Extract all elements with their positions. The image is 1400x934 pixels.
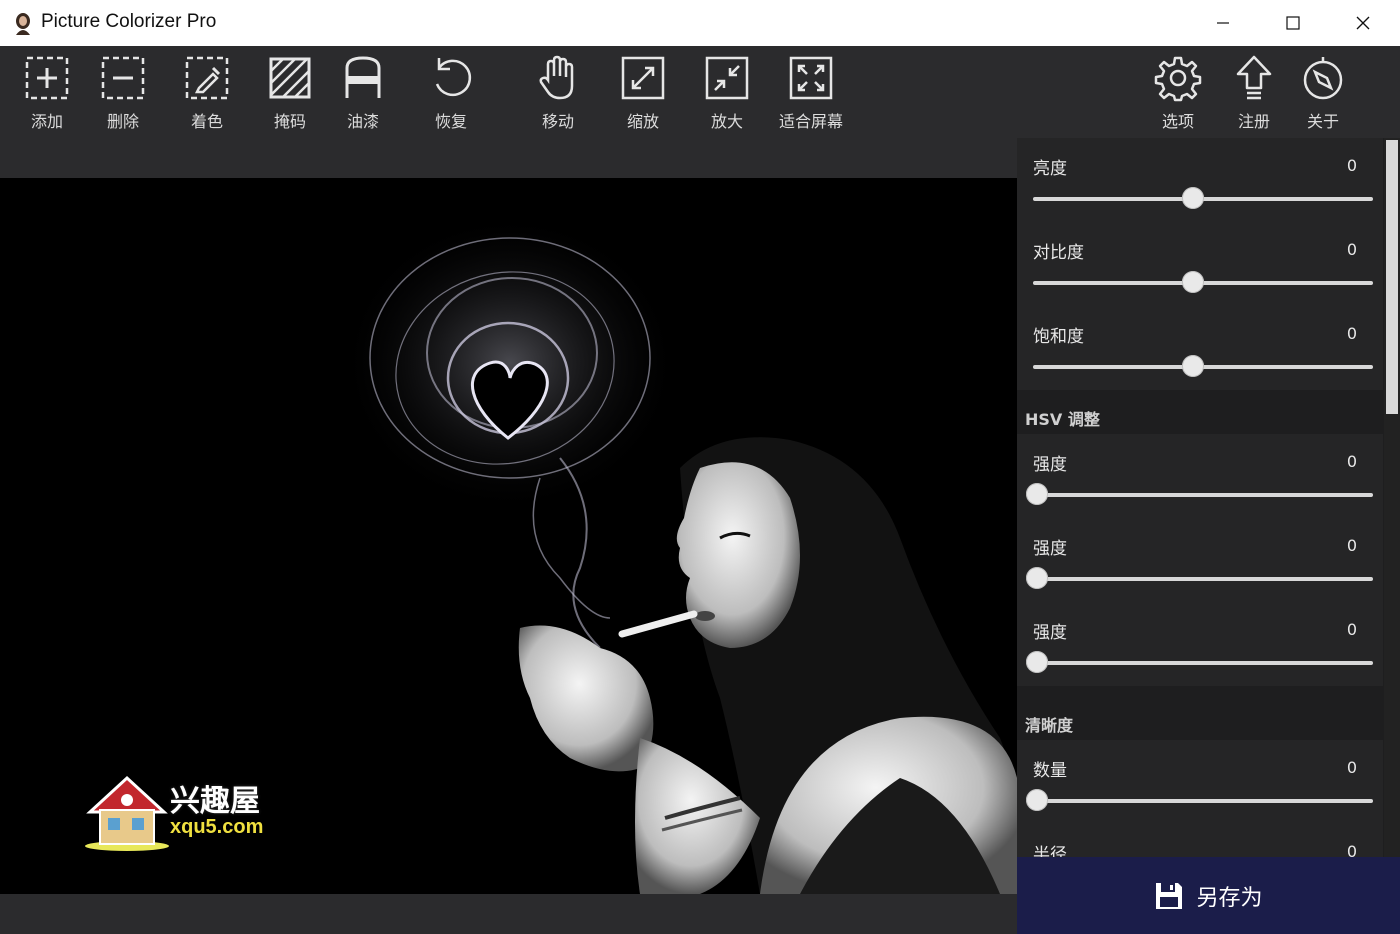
brightness-slider-thumb[interactable]: [1182, 187, 1204, 209]
hsv-strength-slider-3[interactable]: [1033, 661, 1373, 665]
image-canvas[interactable]: 兴趣屋 xqu5.com: [0, 178, 1017, 894]
hsv-strength-row-3: 强度 0: [1017, 602, 1383, 686]
add-button[interactable]: 添加: [4, 54, 90, 132]
options-button[interactable]: 选项: [1135, 54, 1221, 132]
zoom-out-button[interactable]: 缩放: [600, 54, 686, 132]
brightness-row: 亮度 0: [1017, 138, 1383, 222]
saturation-row: 饱和度 0: [1017, 306, 1383, 390]
brightness-label: 亮度: [1033, 159, 1067, 179]
mask-label: 掩码: [273, 112, 306, 131]
fit-screen-label: 适合屏幕: [778, 112, 843, 131]
move-label: 移动: [541, 112, 574, 131]
contrast-value: 0: [1346, 240, 1357, 259]
hsv-strength-slider-1[interactable]: [1033, 493, 1373, 497]
save-as-button[interactable]: 另存为: [1017, 857, 1400, 934]
window-title: Picture Colorizer Pro: [41, 11, 217, 32]
undo-label: 恢复: [434, 112, 467, 131]
adjustment-panel: 亮度 0 对比度 0 饱和度 0 HSV 调整 强度 0 强度 0 强度 0 清…: [1017, 138, 1400, 857]
hsv-section-header: HSV 调整: [1025, 410, 1100, 429]
saturation-slider-thumb[interactable]: [1182, 355, 1204, 377]
maximize-icon: [1286, 16, 1300, 30]
colorize-button[interactable]: 着色: [164, 54, 250, 132]
hsv-strength-thumb-3[interactable]: [1026, 651, 1048, 673]
remove-icon: [101, 56, 145, 100]
contrast-slider-thumb[interactable]: [1182, 271, 1204, 293]
paint-icon: [345, 56, 381, 98]
zoom-in-label: 放大: [710, 112, 743, 131]
status-strip: [0, 894, 1017, 934]
zoom-in-button[interactable]: 放大: [684, 54, 770, 132]
saturation-value: 0: [1346, 324, 1357, 343]
hsv-strength-label-1: 强度: [1033, 455, 1067, 475]
zoom-in-icon: [705, 56, 749, 100]
move-button[interactable]: 移动: [515, 54, 601, 132]
mask-icon: [269, 57, 311, 99]
hsv-strength-row-1: 强度 0: [1017, 434, 1383, 518]
hsv-strength-value-1: 0: [1346, 452, 1357, 471]
about-button[interactable]: 关于: [1280, 54, 1366, 132]
fit-screen-button[interactable]: 适合屏幕: [768, 54, 854, 132]
register-label: 注册: [1237, 112, 1270, 131]
watermark: 兴趣屋 xqu5.com: [82, 772, 282, 852]
sharpness-group: 数量 0 半径 0: [1017, 740, 1383, 857]
add-icon: [25, 56, 69, 100]
title-bar: Picture Colorizer Pro: [0, 0, 1400, 46]
radius-label: 半径: [1033, 845, 1067, 857]
gear-icon: [1154, 56, 1202, 102]
paint-label: 油漆: [346, 112, 379, 131]
amount-value: 0: [1346, 758, 1357, 777]
hsv-strength-row-2: 强度 0: [1017, 518, 1383, 602]
hsv-strength-slider-2[interactable]: [1033, 577, 1373, 581]
hsv-strength-thumb-1[interactable]: [1026, 483, 1048, 505]
colorize-icon: [185, 56, 229, 100]
upload-icon: [1236, 55, 1272, 100]
radius-value: 0: [1346, 842, 1357, 857]
minimize-button[interactable]: [1188, 0, 1258, 46]
compass-icon: [1303, 57, 1343, 100]
app-icon: [16, 13, 30, 35]
undo-icon: [435, 58, 472, 97]
about-label: 关于: [1306, 112, 1339, 131]
hsv-strength-thumb-2[interactable]: [1026, 567, 1048, 589]
house-logo-icon: [85, 775, 169, 851]
remove-button[interactable]: 删除: [80, 54, 166, 132]
radius-row: 半径 0: [1017, 824, 1383, 857]
hsv-strength-label-3: 强度: [1033, 623, 1067, 643]
amount-row: 数量 0: [1017, 740, 1383, 824]
close-button[interactable]: [1328, 0, 1398, 46]
paint-button[interactable]: 油漆: [320, 54, 406, 132]
zoom-out-label: 缩放: [626, 112, 659, 131]
watermark-cn: 兴趣屋: [170, 784, 260, 819]
colorize-label: 着色: [190, 112, 223, 131]
panel-scrollbar-thumb[interactable]: [1386, 140, 1398, 414]
amount-label: 数量: [1033, 761, 1067, 781]
zoom-out-icon: [621, 56, 665, 100]
brightness-value: 0: [1346, 156, 1357, 175]
minimize-icon: [1217, 22, 1229, 24]
basic-group: 亮度 0 对比度 0 饱和度 0: [1017, 138, 1383, 390]
floppy-disk-icon: [1156, 882, 1183, 909]
toolbar: 添加 删除 着色 掩码 油漆 恢复 移动 缩放 放大 适合屏幕 选项 注册 关于: [0, 46, 1400, 138]
amount-slider[interactable]: [1033, 799, 1373, 803]
fit-screen-icon: [789, 56, 833, 100]
saturation-label: 饱和度: [1033, 327, 1084, 347]
add-label: 添加: [30, 112, 63, 131]
save-as-label: 另存为: [1196, 885, 1263, 911]
hsv-strength-value-2: 0: [1346, 536, 1357, 555]
hsv-group: 强度 0 强度 0 强度 0: [1017, 434, 1383, 686]
close-icon: [1356, 16, 1370, 30]
maximize-button[interactable]: [1258, 0, 1328, 46]
contrast-label: 对比度: [1033, 243, 1084, 263]
panel-scrollbar[interactable]: [1384, 138, 1400, 857]
sharpness-section-header: 清晰度: [1025, 716, 1074, 735]
hsv-strength-label-2: 强度: [1033, 539, 1067, 559]
watermark-url: xqu5.com: [170, 816, 264, 838]
remove-label: 删除: [106, 112, 139, 131]
amount-slider-thumb[interactable]: [1026, 789, 1048, 811]
options-label: 选项: [1161, 112, 1194, 131]
hsv-strength-value-3: 0: [1346, 620, 1357, 639]
undo-button[interactable]: 恢复: [408, 54, 494, 132]
contrast-row: 对比度 0: [1017, 222, 1383, 306]
hand-icon: [539, 55, 574, 100]
